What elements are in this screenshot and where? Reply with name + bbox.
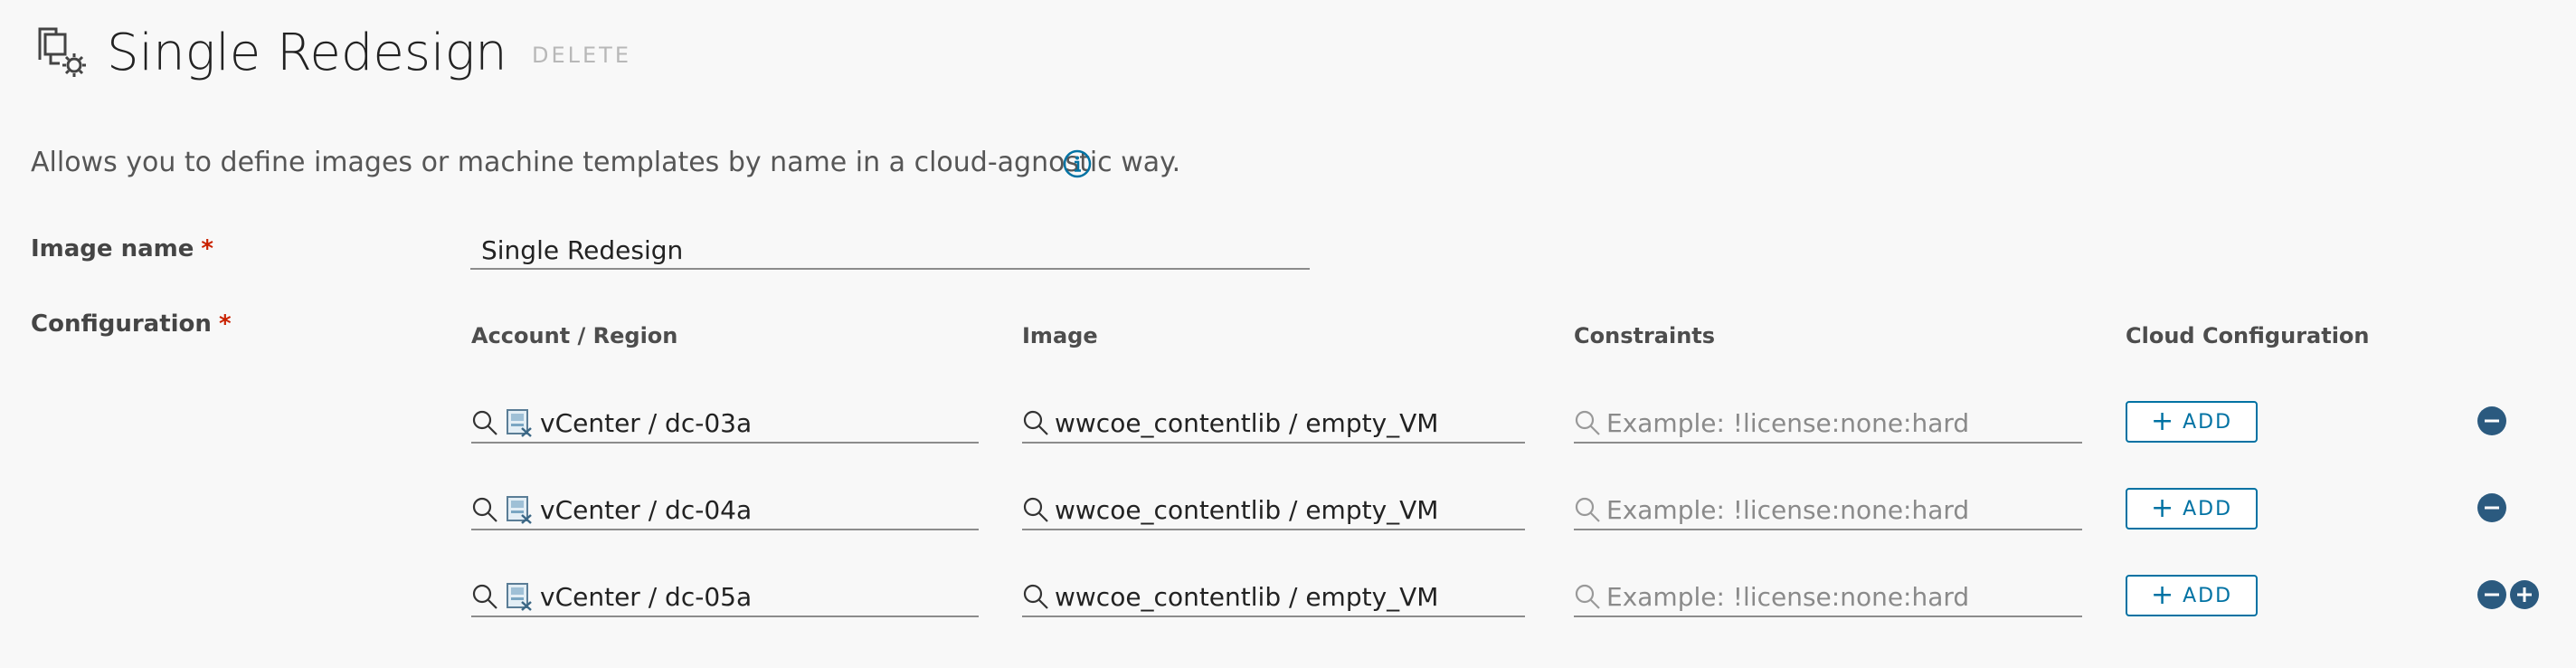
vcenter-icon [507, 583, 532, 611]
add-cloud-configuration-button[interactable]: + ADD [2126, 488, 2258, 530]
info-icon[interactable] [1062, 148, 1093, 179]
column-header-constraints: Constraints [1574, 323, 1716, 348]
minus-circle-icon [2477, 580, 2506, 609]
search-icon [472, 410, 497, 435]
page-title: Single Redesign [107, 24, 507, 82]
image-name-label: Image name * [31, 235, 213, 262]
required-marker: * [201, 235, 213, 262]
image-field[interactable] [1022, 491, 1525, 530]
constraints-field[interactable] [1574, 491, 2082, 530]
account-region-field[interactable] [471, 491, 979, 530]
configuration-label: Configuration * [31, 310, 232, 338]
account-region-input[interactable] [540, 581, 979, 612]
search-icon [1575, 497, 1600, 522]
required-marker: * [218, 310, 232, 338]
add-label: ADD [2183, 497, 2233, 520]
add-label: ADD [2183, 584, 2233, 607]
minus-circle-icon [2477, 493, 2506, 522]
vcenter-icon [507, 409, 532, 437]
account-region-field[interactable] [471, 404, 979, 444]
image-input[interactable] [1055, 494, 1525, 525]
account-region-field[interactable] [471, 577, 979, 617]
constraints-input[interactable] [1606, 581, 2082, 612]
image-name-input[interactable] [470, 232, 1310, 270]
page-description: Allows you to define images or machine t… [31, 147, 1181, 178]
remove-row-button[interactable] [2477, 406, 2507, 436]
image-field[interactable] [1022, 404, 1525, 444]
add-cloud-configuration-button[interactable]: + ADD [2126, 575, 2258, 616]
image-field[interactable] [1022, 577, 1525, 617]
constraints-input[interactable] [1606, 407, 2082, 438]
constraints-field[interactable] [1574, 404, 2082, 444]
remove-row-button[interactable] [2477, 579, 2507, 610]
search-icon [1023, 497, 1048, 522]
search-icon [1023, 584, 1048, 609]
add-cloud-configuration-button[interactable]: + ADD [2126, 401, 2258, 443]
plus-icon: + [2150, 579, 2174, 611]
plus-circle-icon [2510, 580, 2539, 609]
vcenter-icon [507, 496, 532, 524]
constraints-field[interactable] [1574, 577, 2082, 617]
image-input[interactable] [1055, 581, 1525, 612]
search-icon [1023, 410, 1048, 435]
plus-icon: + [2150, 406, 2174, 437]
remove-row-button[interactable] [2477, 492, 2507, 523]
plus-icon: + [2150, 492, 2174, 524]
add-row-button[interactable] [2509, 579, 2540, 610]
column-header-account-region: Account / Region [471, 323, 678, 348]
search-icon [472, 584, 497, 609]
search-icon [472, 497, 497, 522]
column-header-cloud-configuration: Cloud Configuration [2126, 323, 2370, 348]
column-header-image: Image [1022, 323, 1098, 348]
constraints-input[interactable] [1606, 494, 2082, 525]
search-icon [1575, 584, 1600, 609]
account-region-input[interactable] [540, 407, 979, 438]
search-icon [1575, 410, 1600, 435]
delete-button[interactable]: DELETE [532, 42, 631, 69]
minus-circle-icon [2477, 406, 2506, 435]
image-input[interactable] [1055, 407, 1525, 438]
add-label: ADD [2183, 410, 2233, 434]
image-profile-gear-icon [38, 27, 86, 77]
account-region-input[interactable] [540, 494, 979, 525]
